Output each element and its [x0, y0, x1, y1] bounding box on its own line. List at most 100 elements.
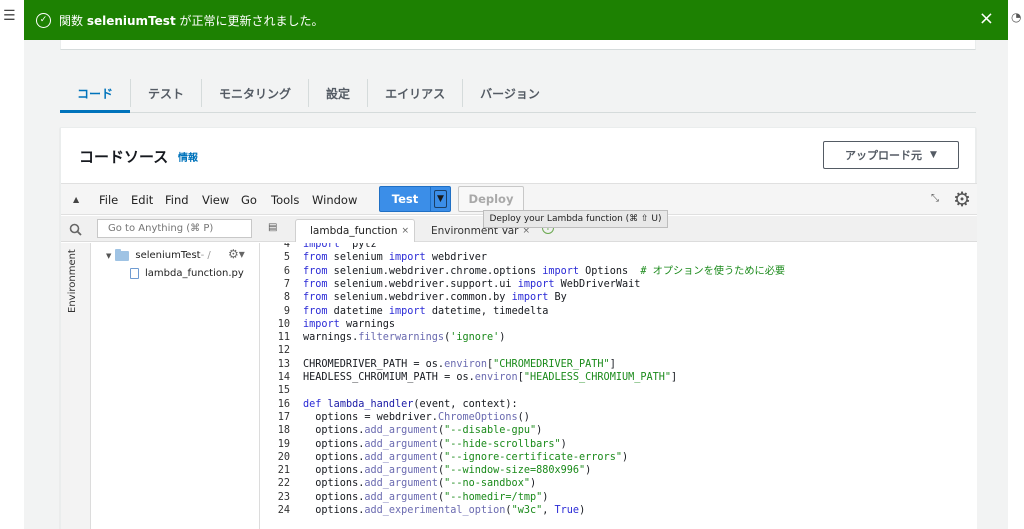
- code-line[interactable]: 22 options.add_argument("--no-sandbox"): [261, 477, 536, 490]
- line-number: 7: [283, 278, 290, 290]
- upload-from-button[interactable]: アップロード元 ▼: [823, 141, 959, 169]
- code-line[interactable]: 10 import warnings: [261, 318, 395, 331]
- code-text: options.add_argument("--no-sandbox"): [303, 478, 537, 490]
- line-number: 11: [277, 332, 290, 344]
- line-number: 8: [283, 292, 290, 304]
- code-line[interactable]: 24 options.add_experimental_option("w3c"…: [261, 504, 585, 517]
- tree-file-row[interactable]: lambda_function.py: [130, 268, 244, 279]
- tree-file-name: lambda_function.py: [145, 268, 244, 279]
- code-text: warnings.filterwarnings('ignore'): [303, 332, 506, 344]
- code-line[interactable]: 11 warnings.filterwarnings('ignore'): [261, 331, 506, 344]
- code-text: import warnings: [303, 318, 396, 330]
- search-icon[interactable]: [61, 216, 89, 242]
- menu-tools[interactable]: Tools: [271, 193, 299, 207]
- help-icon[interactable]: ◔: [1011, 10, 1021, 24]
- test-dropdown-button[interactable]: ▼: [430, 186, 451, 212]
- info-link[interactable]: 情報: [178, 149, 198, 164]
- code-line[interactable]: 23 options.add_argument("--homedir=/tmp"…: [261, 491, 549, 504]
- menu-window[interactable]: Window: [312, 193, 357, 207]
- code-text: def lambda_handler(event, context):: [303, 398, 518, 410]
- line-number: 24: [277, 505, 290, 516]
- code-line[interactable]: 6 from selenium.webdriver.chrome.options …: [261, 265, 785, 278]
- code-text: options.add_argument("--window-size=880x…: [303, 465, 592, 477]
- code-line[interactable]: 16 def lambda_handler(event, context):: [261, 398, 518, 411]
- line-number: 16: [277, 398, 290, 410]
- code-line[interactable]: 18 options.add_argument("--disable-gpu"): [261, 424, 543, 437]
- notification-function-name: seleniumTest: [86, 13, 176, 28]
- notification-message: 関数 seleniumTest が正常に更新されました。: [59, 12, 324, 29]
- code-line[interactable]: 13 CHROMEDRIVER_PATH = os.environ["CHROME…: [261, 358, 616, 371]
- deploy-button[interactable]: Deploy: [458, 186, 524, 212]
- code-text: from datetime import datetime, timedelta: [303, 305, 549, 317]
- code-text: from selenium.webdriver.chrome.options i…: [303, 265, 786, 277]
- fullscreen-icon[interactable]: ⤡: [931, 193, 939, 204]
- menu-file[interactable]: File: [99, 193, 118, 207]
- tree-folder-path: - /: [200, 250, 211, 261]
- code-editor[interactable]: 4 import pytz 5 from selenium import webdri…: [261, 243, 977, 529]
- notification-suffix: が正常に更新されました。: [175, 13, 324, 28]
- line-number: 5: [283, 252, 290, 264]
- code-text: from selenium.webdriver.support.ui impor…: [303, 278, 641, 290]
- line-number: 6: [283, 265, 290, 277]
- upload-from-label: アップロード元: [845, 149, 923, 162]
- test-button[interactable]: Test: [379, 186, 431, 212]
- notification-prefix: 関数: [59, 13, 87, 28]
- line-number: 12: [277, 345, 290, 357]
- tree-folder-row[interactable]: ▼ seleniumTest - /: [106, 248, 211, 261]
- deploy-tooltip: Deploy your Lambda function (⌘ ⇧ U): [483, 210, 668, 228]
- function-tabs: コード テスト モニタリング 設定 エイリアス バージョン: [60, 74, 557, 112]
- go-to-anything-input[interactable]: [97, 219, 252, 238]
- menu-edit[interactable]: Edit: [131, 193, 153, 207]
- code-line[interactable]: 19 options.add_argument("--hide-scrollba…: [261, 438, 567, 451]
- tab-monitoring[interactable]: モニタリング: [201, 79, 308, 107]
- menu-find[interactable]: Find: [165, 193, 189, 207]
- menu-view[interactable]: View: [202, 193, 229, 207]
- tab-configuration[interactable]: 設定: [308, 79, 367, 107]
- line-number: 4: [283, 243, 290, 250]
- tab-aliases[interactable]: エイリアス: [367, 79, 462, 107]
- environment-panel-toggle[interactable]: Environment: [67, 249, 78, 313]
- menu-go[interactable]: Go: [241, 193, 257, 207]
- success-notification: ✓ 関数 seleniumTest が正常に更新されました。 ×: [24, 0, 1008, 40]
- code-text: HEADLESS_CHROMIUM_PATH = os.environ["HEA…: [303, 372, 678, 383]
- code-line[interactable]: 15: [261, 384, 303, 397]
- code-line[interactable]: 7 from selenium.webdriver.support.ui impo…: [261, 278, 641, 291]
- line-number: 13: [277, 358, 290, 370]
- code-line[interactable]: 9 from datetime import datetime, timedelt…: [261, 305, 549, 318]
- code-line[interactable]: 12: [261, 344, 303, 357]
- tab-code[interactable]: コード: [60, 79, 130, 107]
- tree-settings-gear-icon[interactable]: ⚙▾: [228, 247, 245, 261]
- code-line[interactable]: 14 HEADLESS_CHROMIUM_PATH = os.environ["H…: [261, 371, 677, 384]
- close-notification-icon[interactable]: ×: [979, 9, 994, 29]
- check-circle-icon: ✓: [36, 12, 51, 28]
- close-tab-icon[interactable]: ×: [402, 226, 410, 236]
- code-line[interactable]: 4 import pytz: [261, 243, 377, 251]
- hamburger-menu-icon[interactable]: ☰: [3, 9, 16, 23]
- file-tree: ▼ seleniumTest - / ⚙▾ lambda_function.py: [92, 243, 260, 529]
- line-number: 14: [277, 372, 290, 383]
- chevron-down-icon[interactable]: ▼: [106, 252, 111, 260]
- caret-down-icon: ▼: [930, 150, 937, 160]
- code-line[interactable]: 5 from selenium import webdriver: [261, 251, 487, 264]
- line-number: 9: [283, 305, 290, 317]
- line-number: 22: [277, 478, 290, 490]
- code-text: options.add_argument("--homedir=/tmp"): [303, 491, 549, 503]
- code-line[interactable]: 17 options = webdriver.ChromeOptions(): [261, 411, 530, 424]
- tab-versions[interactable]: バージョン: [462, 79, 557, 107]
- environment-sidebar-strip: Environment: [61, 243, 91, 529]
- code-source-title: コードソース: [79, 148, 169, 166]
- panel-toggle-icon[interactable]: ▤: [268, 222, 277, 233]
- code-line[interactable]: 20 options.add_argument("--ignore-certif…: [261, 451, 628, 464]
- folder-icon: [115, 248, 130, 261]
- code-line[interactable]: 8 from selenium.webdriver.common.by impor…: [261, 291, 567, 304]
- caret-down-icon: ▼: [437, 194, 444, 204]
- code-line[interactable]: 21 options.add_argument("--window-size=8…: [261, 464, 592, 477]
- tab-test[interactable]: テスト: [130, 79, 201, 107]
- settings-gear-icon[interactable]: ⚙: [953, 187, 971, 211]
- code-text: options.add_experimental_option("w3c", T…: [303, 505, 586, 516]
- collapse-menu-icon[interactable]: ▲: [73, 195, 79, 204]
- code-text: options.add_argument("--hide-scrollbars"…: [303, 438, 567, 450]
- file-tab-lambda-function[interactable]: lambda_function ×: [295, 219, 415, 242]
